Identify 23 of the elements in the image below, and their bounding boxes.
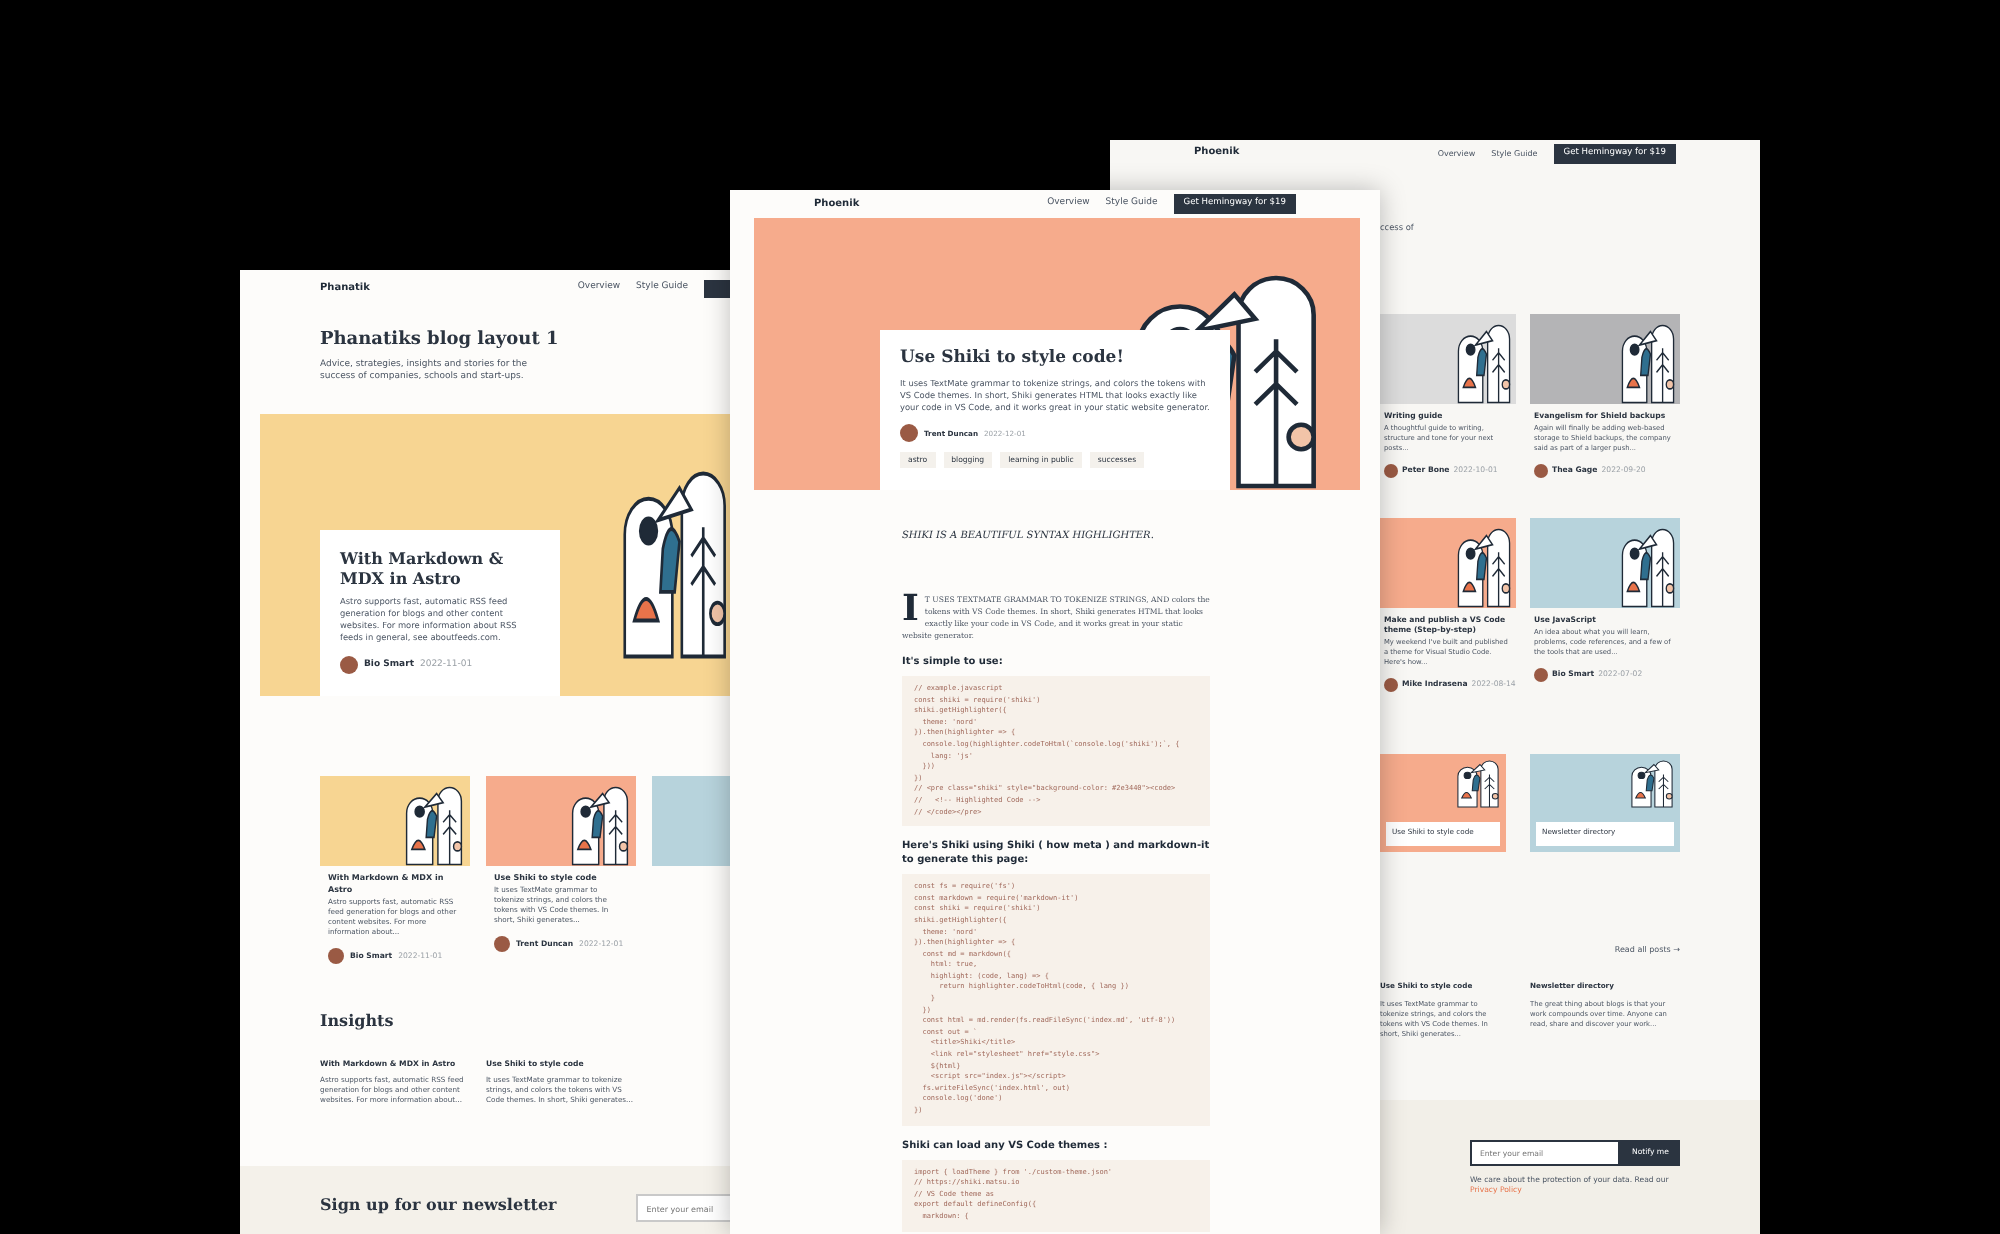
- nav-button[interactable]: [704, 279, 730, 297]
- illustration-drawing: [1456, 527, 1512, 607]
- hero-card[interactable]: [320, 530, 561, 696]
- illustration-drawing: [404, 786, 464, 866]
- section-heading: Insights: [320, 1010, 396, 1030]
- hero-post-title[interactable]: With Markdown & MDX in Astro: [340, 548, 541, 588]
- author-avatar: [1384, 677, 1398, 691]
- newsletter-title: Sign up for our newsletter: [320, 1194, 557, 1214]
- illustration-drawing: [1620, 527, 1676, 607]
- illustration-drawing: [1620, 323, 1676, 403]
- illustration-drawing: [570, 786, 630, 866]
- illustration-drawing: [1456, 759, 1500, 807]
- post-title: Use Shiki to style code!: [900, 348, 1126, 370]
- illustration-drawing: [1456, 323, 1512, 403]
- author-avatar: [1384, 463, 1398, 477]
- author-avatar: [340, 656, 358, 674]
- author-avatar: [494, 936, 510, 952]
- illustration-drawing: [1630, 759, 1674, 807]
- author-avatar: [900, 424, 918, 442]
- author-avatar: [328, 948, 344, 964]
- author-avatar: [1534, 463, 1548, 477]
- author-avatar: [1534, 667, 1548, 681]
- page-title: Phanatiks blog layout 1: [320, 330, 561, 352]
